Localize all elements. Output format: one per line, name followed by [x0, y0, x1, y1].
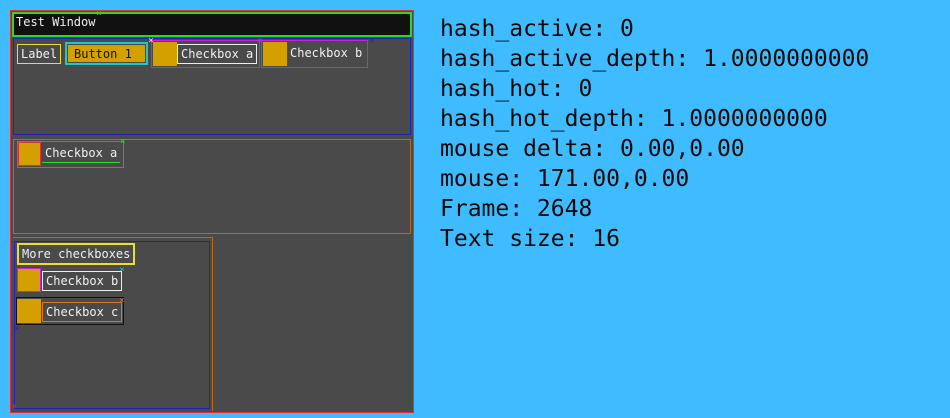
debug-line: mouse delta: 0.00,0.00: [440, 136, 745, 162]
panel-divider: [212, 237, 213, 411]
debug-info-panel: hash_active: 0 hash_active_depth: 1.0000…: [440, 14, 869, 254]
debug-cross-marker: ×: [14, 324, 20, 334]
checkbox-a-top-box[interactable]: [153, 42, 177, 66]
debug-line: mouse: 171.00,0.00: [440, 166, 690, 192]
debug-cross-marker: ×: [257, 36, 263, 46]
checkbox-b-low-label[interactable]: Checkbox b: [42, 271, 123, 291]
debug-cross-marker: ×: [119, 265, 125, 275]
checkbox-b-low-box[interactable]: [17, 268, 41, 292]
label-widget: Label: [17, 44, 62, 64]
debug-line: hash_hot_depth: 1.0000000000: [440, 106, 828, 132]
checkbox-a-mid-box[interactable]: [18, 142, 41, 166]
debug-cross-marker: ×: [11, 402, 17, 412]
more-checkboxes-header: More checkboxes: [17, 243, 136, 265]
debug-cross-marker: ×: [96, 9, 102, 19]
debug-line: hash_active: 0: [440, 16, 634, 42]
debug-line: Frame: 2648: [440, 196, 593, 222]
checkbox-a-top-label[interactable]: Checkbox a: [177, 44, 258, 64]
debug-line: hash_hot: 0: [440, 76, 593, 102]
debug-line: Text size: 16: [440, 226, 621, 252]
more-checkboxes-panel: [14, 241, 210, 409]
debug-cross-marker: ×: [119, 296, 125, 306]
debug-line: hash_active_depth: 1.0000000000: [440, 46, 870, 72]
checkbox-b-top-box[interactable]: [263, 42, 287, 66]
checkbox-c-low-box[interactable]: [17, 299, 41, 323]
debug-cross-marker: ×: [148, 36, 154, 46]
debug-cross-marker: ×: [120, 137, 126, 147]
checkbox-a-mid-label[interactable]: Checkbox a: [42, 144, 121, 163]
window-title: Test Window: [16, 15, 96, 29]
button-1[interactable]: Button 1: [68, 45, 145, 62]
debug-cross-marker: ×: [369, 36, 375, 46]
checkbox-c-low-label[interactable]: Checkbox c: [42, 302, 123, 322]
checkbox-b-top-label[interactable]: Checkbox b: [287, 44, 365, 62]
